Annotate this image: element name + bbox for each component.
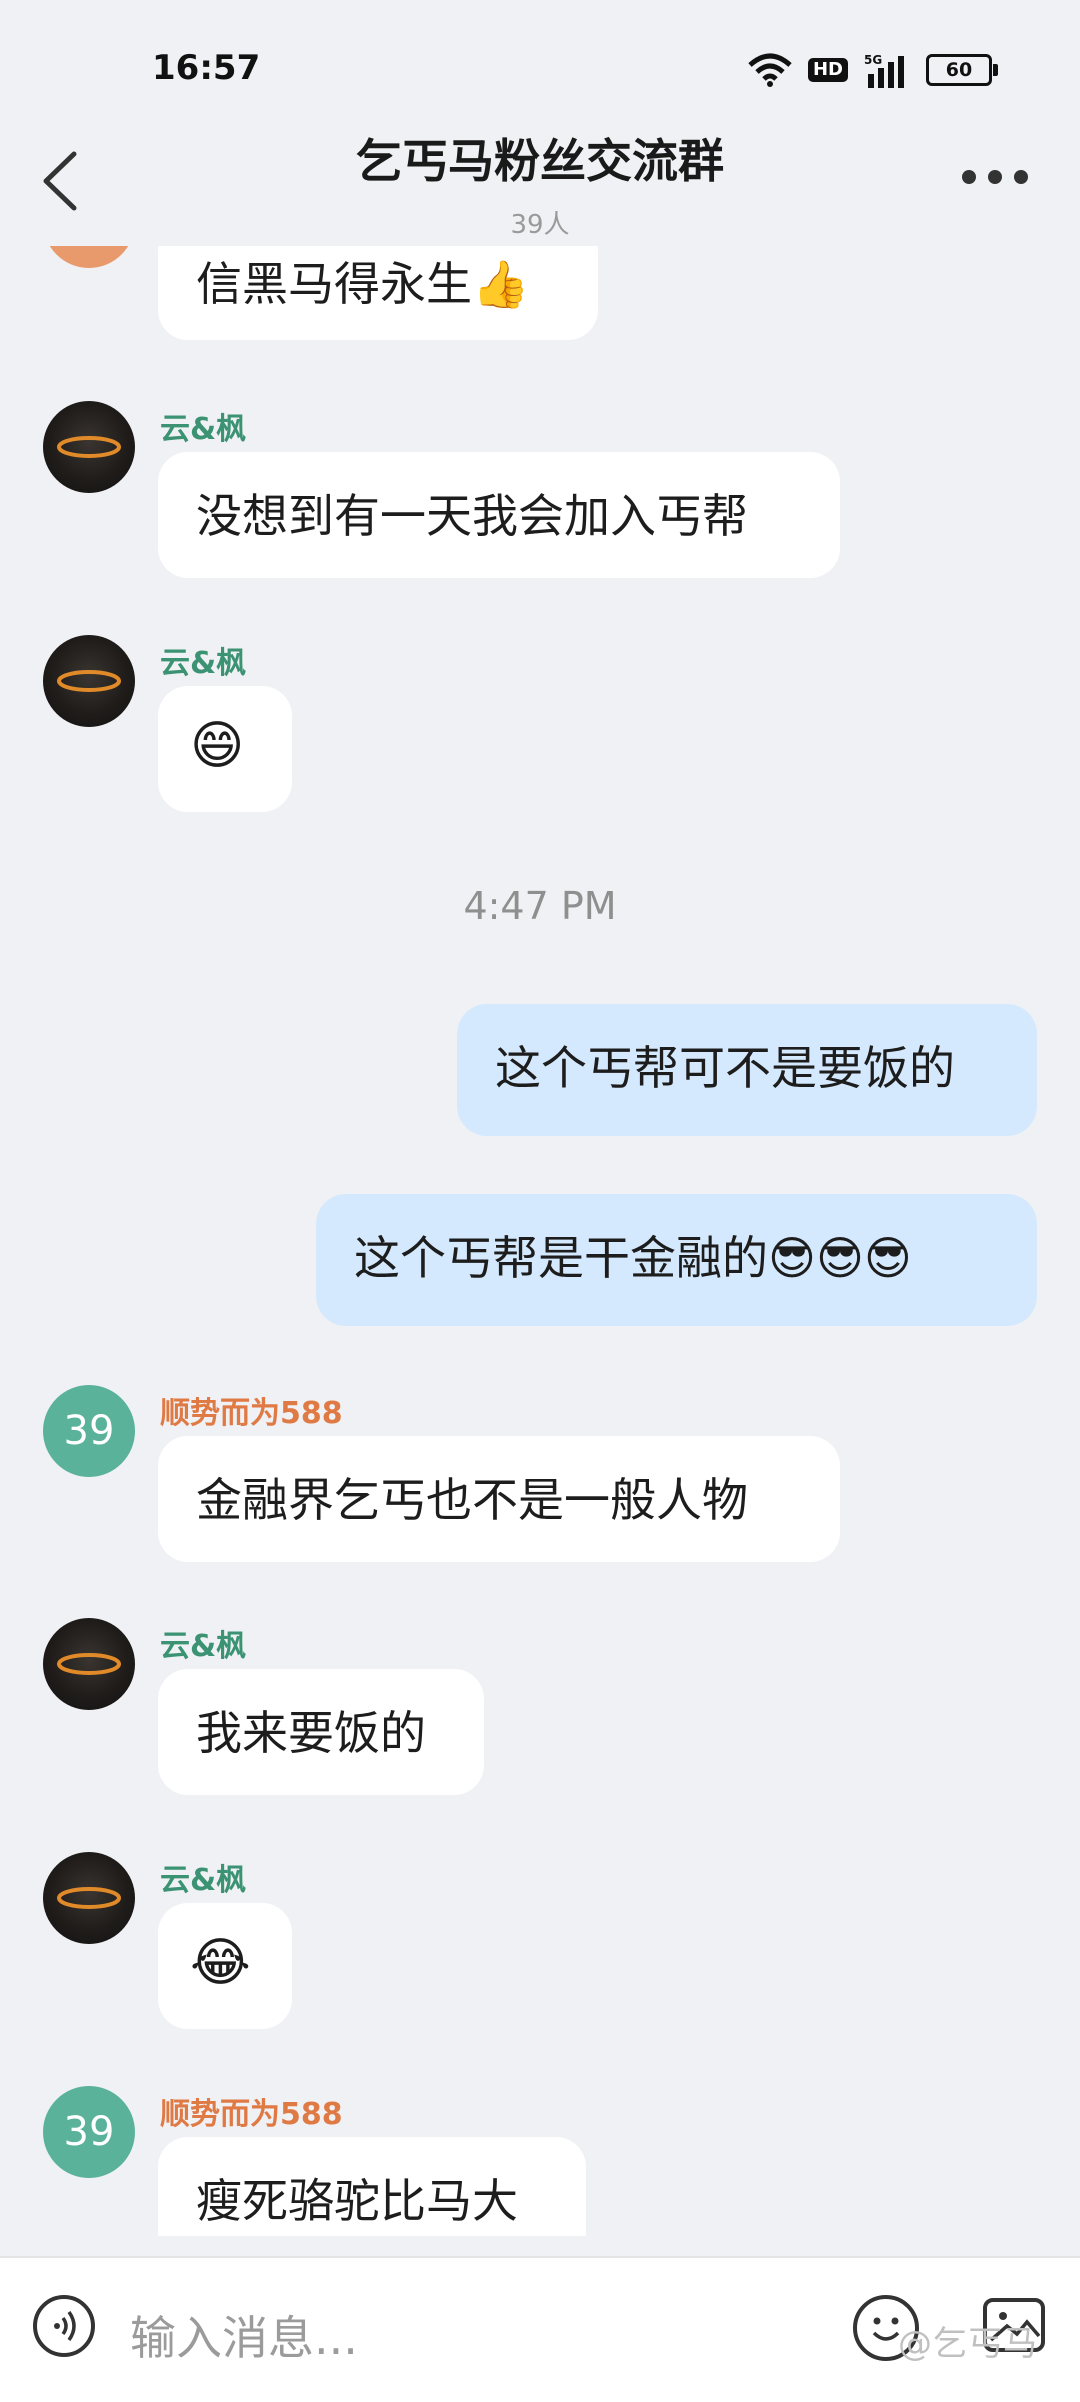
member-count: 39人 <box>510 210 570 240</box>
sender-name: 顺势而为588 <box>160 1396 343 1431</box>
message-input[interactable]: 输入消息... <box>130 2302 358 2368</box>
more-icon[interactable] <box>962 165 1032 189</box>
halo-avatar-image <box>57 436 121 458</box>
wifi-icon <box>748 53 792 87</box>
halo-avatar-image <box>57 1887 121 1909</box>
message-text: 没想到有一天我会加入丐帮 <box>196 489 748 543</box>
sender-name: 云&枫 <box>160 1629 247 1664</box>
message-emoji: 😄 <box>190 716 245 776</box>
message-bubble[interactable]: 😂 <box>158 1903 292 2029</box>
voice-icon[interactable] <box>33 2295 95 2357</box>
sender-name: 云&枫 <box>160 1863 247 1898</box>
message-text: 这个丐帮是干金融的😎😎😎 <box>354 1231 912 1285</box>
message-text: 瘦死骆驼比马大 <box>196 2174 518 2228</box>
message-bubble-outgoing[interactable]: 这个丐帮可不是要饭的 <box>457 1004 1037 1136</box>
timestamp: 4:47 PM <box>463 884 617 928</box>
message-bubble-outgoing[interactable]: 这个丐帮是干金融的😎😎😎 <box>316 1194 1037 1326</box>
sender-name: 云&枫 <box>160 412 247 447</box>
sender-name: 云&枫 <box>160 646 247 681</box>
message-text: 金融界乞丐也不是一般人物 <box>196 1473 748 1527</box>
hd-badge: HD <box>807 58 848 82</box>
status-time: 16:57 <box>152 48 261 88</box>
signal-icon: 5G <box>864 53 904 88</box>
message-bubble[interactable]: 没想到有一天我会加入丐帮 <box>158 452 840 578</box>
message-text: 这个丐帮可不是要饭的 <box>495 1041 955 1095</box>
avatar[interactable] <box>43 401 135 493</box>
avatar[interactable] <box>43 1852 135 1944</box>
message-list[interactable]: 信黑马得永生👍 云&枫 没想到有一天我会加入丐帮 云&枫 😄 4:47 PM 这… <box>0 246 1080 2236</box>
message-text: 信黑马得永生👍 <box>196 257 530 311</box>
sender-name: 顺势而为588 <box>160 2097 343 2132</box>
message-bubble[interactable]: 金融界乞丐也不是一般人物 <box>158 1436 840 1562</box>
battery-icon: 60 <box>926 54 998 86</box>
avatar[interactable]: 39 <box>43 1385 135 1477</box>
svg-text:5G: 5G <box>864 53 882 67</box>
avatar[interactable]: 39 <box>43 2086 135 2178</box>
message-bubble[interactable]: 😄 <box>158 686 292 812</box>
message-bubble[interactable]: 我来要饭的 <box>158 1669 484 1795</box>
avatar[interactable] <box>43 246 135 268</box>
message-bubble[interactable]: 瘦死骆驼比马大 <box>158 2137 586 2236</box>
chat-title: 乞丐马粉丝交流群 <box>356 134 724 188</box>
watermark: @乞丐马 <box>898 2324 1038 2364</box>
halo-avatar-image <box>57 1653 121 1675</box>
message-emoji: 😂 <box>190 1933 251 1993</box>
status-icons: HD 5G 60 <box>748 52 998 88</box>
status-bar: 16:57 HD 5G 60 <box>0 0 1080 140</box>
halo-avatar-image <box>57 670 121 692</box>
avatar[interactable] <box>43 1618 135 1710</box>
message-text: 我来要饭的 <box>196 1706 426 1760</box>
input-bar: 输入消息... @乞丐马 <box>0 2256 1080 2402</box>
avatar[interactable] <box>43 635 135 727</box>
message-bubble[interactable]: 信黑马得永生👍 <box>158 246 598 340</box>
